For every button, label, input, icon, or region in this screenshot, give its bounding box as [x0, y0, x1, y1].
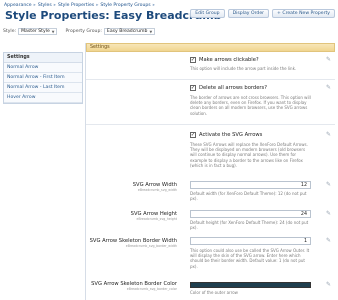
- delete-arrow-borders-checkbox[interactable]: ✓: [190, 85, 196, 91]
- style-label: Style:: [3, 29, 17, 34]
- breadcrumb: Appearance ▸ Styles ▸ Style Properties ▸…: [4, 1, 155, 9]
- delete-arrow-borders-option[interactable]: ✓ Delete all arrows borders?: [190, 85, 267, 91]
- svg-arrow-width-key: eBreadcrumb_svg_width: [137, 188, 177, 192]
- chevron-down-icon: ▼: [149, 29, 153, 34]
- svg-skeleton-border-width-key: eBreadcrumb_svg_border_width: [125, 244, 177, 248]
- sidebar-item-normal-arrow-last[interactable]: Normal Arrow - Last Item: [4, 83, 82, 93]
- activate-svg-arrows-checkbox[interactable]: ✓: [190, 132, 196, 138]
- svg-arrow-height-input[interactable]: 24: [190, 210, 311, 218]
- breadcrumb-separator-icon: ▸: [33, 2, 36, 8]
- svg-arrow-width-input[interactable]: 12: [190, 181, 311, 189]
- sidebar-item-normal-arrow-first[interactable]: Normal Arrow - First Item: [4, 73, 82, 83]
- property-group-label: Property Group:: [65, 29, 102, 34]
- make-arrows-clickable-option[interactable]: ✓ Make arrows clickable?: [190, 57, 259, 63]
- pencil-icon[interactable]: ✎: [325, 131, 332, 138]
- breadcrumb-separator-icon: ▸: [152, 2, 155, 8]
- breadcrumb-separator-icon: ▸: [96, 2, 99, 8]
- filter-bar: Style: Master Style ▼ Property Group: Ea…: [3, 28, 156, 35]
- make-arrows-clickable-checkbox[interactable]: ✓: [190, 57, 196, 63]
- sidebar-item-normal-arrow[interactable]: Normal Arrow: [4, 63, 82, 73]
- breadcrumb-item-styles[interactable]: Styles: [38, 3, 52, 8]
- sidebar-item-hover-arrow[interactable]: Hover Arrow: [4, 93, 82, 103]
- edit-group-button[interactable]: Edit Group: [190, 9, 225, 18]
- delete-arrow-borders-desc: The border of arrows are not cross brows…: [190, 95, 311, 116]
- svg-skeleton-border-width-input[interactable]: 1: [190, 237, 311, 245]
- divider: [86, 79, 335, 80]
- divider: [86, 124, 335, 125]
- settings-header: Settings: [86, 43, 335, 52]
- style-select[interactable]: Master Style ▼: [18, 28, 58, 35]
- pencil-icon[interactable]: ✎: [325, 210, 332, 217]
- title-actions: Edit Group Display Order + Create New Pr…: [190, 9, 335, 18]
- sidebar-heading[interactable]: Settings: [4, 53, 82, 63]
- display-order-button[interactable]: Display Order: [227, 9, 270, 18]
- breadcrumb-item-style-properties[interactable]: Style Properties: [58, 3, 94, 8]
- breadcrumb-separator-icon: ▸: [53, 2, 56, 8]
- svg-skeleton-border-width-desc: This option could also use be called the…: [190, 248, 310, 269]
- svg-arrow-width-desc: Default width (for XenForo Default Theme…: [190, 191, 307, 202]
- pencil-icon[interactable]: ✎: [325, 237, 332, 244]
- make-arrows-clickable-label: Make arrows clickable?: [199, 57, 259, 63]
- style-select-value: Master Style: [21, 29, 50, 34]
- activate-svg-arrows-option[interactable]: ✓ Activate the SVG Arrows: [190, 132, 262, 138]
- svg-skeleton-border-color-key: eBreadcrumb_svg_border_color: [126, 287, 177, 291]
- svg-skeleton-border-color-swatch[interactable]: [190, 282, 311, 288]
- property-group-select[interactable]: Easy Breadcrumb ▼: [103, 28, 156, 35]
- property-group-select-value: Easy Breadcrumb: [106, 29, 148, 34]
- pencil-icon[interactable]: ✎: [325, 56, 332, 63]
- breadcrumb-item-property-groups[interactable]: Style Property Groups: [100, 3, 150, 8]
- svg-skeleton-border-color-desc: Color of the outer arrow: [190, 290, 238, 295]
- chevron-down-icon: ▼: [51, 29, 55, 34]
- delete-arrow-borders-label: Delete all arrows borders?: [199, 85, 267, 91]
- svg-arrow-height-desc: Default height (for XenForo Default Them…: [190, 220, 309, 231]
- settings-panel: Settings ✓ Make arrows clickable? This o…: [85, 43, 335, 300]
- svg-arrow-height-key: eBreadcrumb_svg_height: [136, 217, 177, 221]
- create-property-button[interactable]: + Create New Property: [272, 9, 335, 18]
- page-title: Style Properties: Easy Breadcrumb: [5, 9, 222, 22]
- activate-svg-arrows-label: Activate the SVG Arrows: [199, 132, 263, 138]
- property-sidebar: Settings Normal Arrow Normal Arrow - Fir…: [3, 52, 83, 104]
- make-arrows-clickable-desc: This option will include the arrow part …: [190, 66, 297, 71]
- pencil-icon[interactable]: ✎: [325, 181, 332, 188]
- activate-svg-arrows-desc: These SVG Arrows will replace the XenFor…: [190, 142, 308, 168]
- breadcrumb-item-appearance[interactable]: Appearance: [4, 3, 32, 8]
- style-properties-page: Appearance ▸ Styles ▸ Style Properties ▸…: [0, 0, 338, 300]
- pencil-icon[interactable]: ✎: [325, 84, 332, 91]
- pencil-icon[interactable]: ✎: [325, 281, 332, 288]
